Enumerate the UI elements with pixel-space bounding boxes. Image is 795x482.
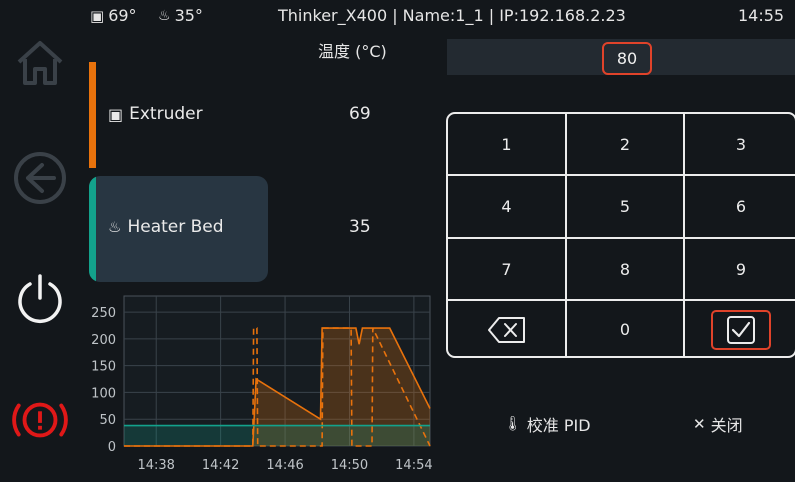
- key-1[interactable]: 1: [448, 114, 565, 174]
- back-arrow-icon: [14, 152, 66, 204]
- x-tick-label: 14:54: [395, 458, 432, 473]
- target-temp-input[interactable]: 80: [602, 42, 652, 75]
- extruder-name: Extruder: [129, 104, 203, 124]
- extruder-label: ▣ Extruder: [108, 104, 203, 124]
- x-tick-label: 14:50: [331, 458, 368, 473]
- series-area: [124, 425, 430, 446]
- key-6[interactable]: 6: [685, 176, 795, 237]
- y-tick-label: 50: [99, 413, 116, 428]
- key-7[interactable]: 7: [448, 239, 565, 299]
- extruder-icon: ▣: [90, 6, 105, 25]
- status-bed: ♨ 35°: [158, 6, 203, 25]
- status-bed-temp: 35°: [174, 6, 203, 25]
- temperature-chart: 250 200 150 100 50 0 14:38 14:42 14:46 14:50 14:5…: [91, 295, 433, 473]
- key-5[interactable]: 5: [567, 176, 683, 237]
- emergency-stop-button[interactable]: [10, 390, 70, 450]
- x-tick-label: 14:42: [202, 458, 239, 473]
- backspace-icon: [487, 316, 525, 343]
- key-9[interactable]: 9: [685, 239, 795, 299]
- status-bar: ▣ 69° ♨ 35° Thinker_X400 | Name:1_1 | IP…: [0, 0, 795, 34]
- status-extruder-temp: 69°: [108, 6, 137, 25]
- printer-info: Thinker_X400 | Name:1_1 | IP:192.168.2.2…: [278, 6, 626, 25]
- heater-bed-label: ♨ Heater Bed: [108, 217, 224, 237]
- heater-bed-icon: ♨: [158, 7, 171, 24]
- close-icon: ✕: [693, 415, 706, 433]
- y-tick-label: 150: [91, 360, 116, 375]
- y-tick-label: 0: [108, 440, 116, 455]
- chart-y-axis: 250 200 150 100 50 0: [91, 306, 116, 455]
- checkbox-check-icon: [727, 315, 755, 344]
- backspace-key[interactable]: [448, 301, 565, 356]
- extruder-row[interactable]: ▣ Extruder 69: [90, 104, 390, 128]
- key-3[interactable]: 3: [685, 114, 795, 174]
- pid-calibrate-label: 校准 PID: [526, 416, 591, 435]
- confirm-key[interactable]: [685, 301, 795, 356]
- heater-bed-temp: 35: [349, 217, 371, 237]
- temperature-title: 温度 (°C): [318, 42, 387, 61]
- y-tick-label: 200: [91, 333, 116, 348]
- back-button[interactable]: [10, 148, 70, 208]
- y-tick-label: 100: [91, 386, 116, 401]
- extruder-temp: 69: [349, 104, 371, 124]
- key-2[interactable]: 2: [567, 114, 683, 174]
- home-icon: [17, 41, 63, 85]
- close-label: 关闭: [710, 416, 743, 435]
- numpad: 1 2 3 4 5 6 7 8 9 0: [446, 112, 795, 358]
- extruder-icon: ▣: [108, 104, 124, 124]
- key-8[interactable]: 8: [567, 239, 683, 299]
- chart-x-axis: 14:38 14:42 14:46 14:50 14:54: [137, 458, 432, 473]
- close-button[interactable]: ✕ 关闭: [693, 412, 743, 436]
- heater-bed-row[interactable]: ♨ Heater Bed 35: [90, 217, 390, 241]
- emergency-stop-icon: [12, 402, 68, 438]
- x-tick-label: 14:38: [137, 458, 174, 473]
- home-button[interactable]: [10, 32, 70, 92]
- thermometer-icon: 🌡: [504, 416, 522, 432]
- power-button[interactable]: [10, 268, 70, 328]
- y-tick-label: 250: [91, 306, 116, 321]
- key-0[interactable]: 0: [567, 301, 683, 356]
- power-icon: [18, 274, 62, 323]
- status-extruder: ▣ 69°: [90, 6, 137, 25]
- x-tick-label: 14:46: [266, 458, 303, 473]
- clock: 14:55: [738, 6, 785, 25]
- heater-bed-name: Heater Bed: [127, 217, 224, 237]
- pid-calibrate-button[interactable]: 🌡 校准 PID: [504, 412, 591, 436]
- confirm-key-highlight: [711, 309, 771, 350]
- heater-bed-icon: ♨: [108, 218, 122, 236]
- key-4[interactable]: 4: [448, 176, 565, 237]
